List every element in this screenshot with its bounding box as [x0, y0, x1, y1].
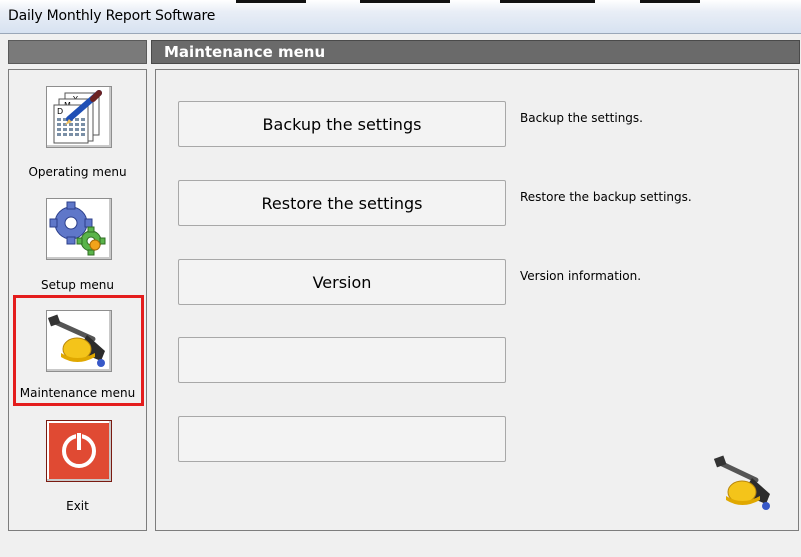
sidebar-item-label: Setup menu [40, 278, 115, 292]
empty-button-1[interactable] [178, 337, 506, 383]
restore-settings-description: Restore the backup settings. [520, 190, 692, 204]
power-icon[interactable] [46, 420, 112, 482]
page-title: Maintenance menu [164, 43, 326, 61]
sidebar-item-operating[interactable]: Y M D Operating menu [9, 70, 146, 180]
window-title: Daily Monthly Report Software [8, 8, 216, 24]
sidebar-item-label: Exit [66, 499, 89, 513]
gears-icon[interactable] [46, 198, 112, 260]
version-button[interactable]: Version [178, 259, 506, 305]
main-panel: Backup the settings Backup the settings.… [155, 69, 799, 531]
hardhat-hammer-icon [714, 454, 776, 514]
backup-settings-button[interactable]: Backup the settings [178, 101, 506, 147]
sidebar-header [8, 40, 147, 64]
sidebar-item-setup[interactable]: Setup menu [9, 188, 146, 293]
title-bar: Daily Monthly Report Software [0, 0, 801, 34]
page-header: Maintenance menu [151, 40, 800, 64]
title-bar-artifact [640, 0, 700, 3]
title-bar-artifact [500, 0, 595, 3]
svg-text:D: D [57, 107, 63, 116]
sidebar-item-exit[interactable]: Exit [9, 416, 146, 526]
empty-button-2[interactable] [178, 416, 506, 462]
restore-settings-button[interactable]: Restore the settings [178, 180, 506, 226]
title-bar-artifact [236, 0, 306, 3]
version-description: Version information. [520, 269, 642, 283]
selection-highlight [13, 295, 144, 406]
backup-settings-description: Backup the settings. [520, 111, 643, 125]
title-bar-artifact [360, 0, 450, 3]
sidebar-item-label: Operating menu [28, 165, 127, 179]
calendar-pen-icon[interactable]: Y M D [46, 86, 112, 148]
